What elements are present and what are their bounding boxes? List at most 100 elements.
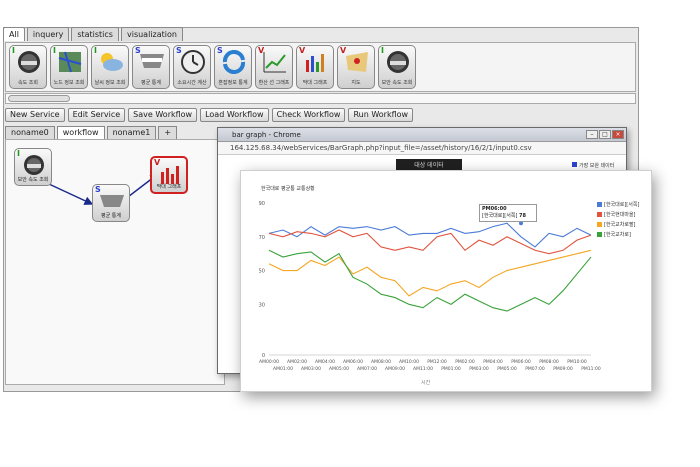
y-tick-label: 0 (262, 353, 265, 359)
palette-tool-average[interactable]: S 평균 통계 (132, 45, 170, 89)
chart-tooltip: PM06:00 [한국대로][서쪽] 78 (479, 204, 537, 222)
legend-label: [한국교차로팔] (604, 222, 636, 228)
tool-label: 환산 선 그래프 (258, 80, 290, 86)
window-controls: – □ × (586, 130, 624, 139)
x-tick-label: AM01:00 (273, 366, 293, 372)
legend-label: [한국교차로] (604, 232, 631, 238)
node-label: 평균 통계 (101, 213, 121, 219)
x-tick-label: AM10:00 (399, 359, 419, 365)
x-tick-label: PM03:00 (469, 366, 489, 372)
x-tick-label: PM12:00 (427, 359, 447, 365)
close-button[interactable]: × (612, 130, 624, 139)
x-tick-label: AM04:00 (315, 359, 335, 365)
x-tick-label: PM04:00 (483, 359, 503, 365)
y-tick-label: 90 (259, 201, 265, 207)
map-icon (58, 51, 82, 73)
workflow-canvas[interactable]: I 보안 속도 조회 S 평균 통계 V 막대 그래프 (5, 139, 225, 385)
browser-legend-item: 가장 보완 데이터 (572, 162, 614, 169)
x-tick-label: AM11:00 (413, 366, 433, 372)
palette-tool-clock[interactable]: S 소요시간 계산 (173, 45, 211, 89)
speedometer-icon (24, 155, 44, 175)
chart-legend: [한국대로][서쪽] [한국현대마을] [한국교차로팔] [한국교차로] (597, 201, 639, 241)
tab-visualization[interactable]: visualization (120, 27, 183, 41)
node-label: 막대 그래프 (156, 184, 182, 190)
y-tick-label: 70 (259, 235, 265, 241)
scrollbar-thumb[interactable] (8, 95, 70, 102)
tool-label: 노드 정보 조회 (53, 80, 85, 86)
clock-icon (181, 50, 205, 74)
tool-label: 날씨 정보 조회 (94, 80, 126, 86)
x-tick-label: PM02:00 (455, 359, 475, 365)
browser-legend-label: 가장 보완 데이터 (579, 163, 615, 169)
legend-swatch (597, 212, 602, 217)
tool-badge: I (94, 46, 97, 55)
browser-titlebar: bar graph - Chrome – □ × (218, 128, 626, 142)
tool-label: 보안 속도 조회 (381, 80, 413, 86)
tab-noname0[interactable]: noname0 (5, 126, 55, 139)
run-workflow-button[interactable]: Run Workflow (348, 108, 414, 122)
palette-tool-line-chart[interactable]: V 환산 선 그래프 (255, 45, 293, 89)
x-tick-label: AM02:00 (287, 359, 307, 365)
palette-tool-speedometer[interactable]: I 속도 조회 (9, 45, 47, 89)
palette-tool-weather[interactable]: I 날씨 정보 조회 (91, 45, 129, 89)
tab-statistics[interactable]: statistics (71, 27, 119, 41)
y-tick-label: 50 (259, 269, 265, 275)
maximize-button[interactable]: □ (599, 130, 611, 139)
tab-inquery[interactable]: inquery (26, 27, 70, 41)
workflow-node-bar-graph[interactable]: V 막대 그래프 (150, 156, 188, 194)
minimize-button[interactable]: – (586, 130, 598, 139)
palette-scrollbar[interactable] (5, 93, 636, 104)
tab-all[interactable]: All (3, 27, 25, 41)
add-tab-button[interactable]: + (158, 126, 178, 139)
workflow-node-average[interactable]: S 평균 통계 (92, 184, 130, 222)
average-icon (140, 54, 164, 68)
series-line (268, 249, 592, 312)
x-tick-label: PM07:00 (525, 366, 545, 372)
tab-noname1[interactable]: noname1 (106, 126, 157, 139)
x-tick-label: PM10:00 (567, 359, 587, 365)
palette-tool-map-pin[interactable]: V 지도 (337, 45, 375, 89)
address-bar[interactable]: 164.125.68.34/webServices/BarGraph.php?i… (218, 142, 626, 155)
x-tick-label: PM09:00 (553, 366, 573, 372)
new-service-button[interactable]: New Service (5, 108, 65, 122)
line-chart: 030507090AM00:00AM01:00AM02:00AM03:00AM0… (259, 201, 601, 372)
line-chart-card: 한국대로 평균통 교통상황 0 30 50 70 90 AM00:00 AM01:00 AM0… (240, 170, 652, 392)
legend-label: [한국현대마을] (604, 212, 636, 218)
browser-title: bar graph - Chrome (232, 131, 301, 139)
legend-item[interactable]: [한국대로][서쪽] (597, 201, 639, 211)
workflow-node-speed[interactable]: I 보안 속도 조회 (14, 148, 52, 186)
tool-label: 소요시간 계산 (177, 80, 207, 86)
tool-badge: I (12, 46, 15, 55)
x-tick-label: AM08:00 (371, 359, 391, 365)
legend-item[interactable]: [한국교차로] (597, 231, 639, 241)
palette-tool-refresh[interactable]: S 혼잡정보 통계 (214, 45, 252, 89)
tool-label: 혼잡정보 통계 (218, 80, 248, 86)
main-tabs: All inquery statistics visualization (3, 27, 183, 41)
x-tick-label: AM05:00 (329, 366, 349, 372)
tool-badge: I (381, 46, 384, 55)
legend-swatch (597, 202, 602, 207)
tool-label: 막대 그래프 (302, 80, 328, 86)
legend-item[interactable]: [한국현대마을] (597, 211, 639, 221)
tab-workflow[interactable]: workflow (56, 126, 105, 139)
palette-tool-map[interactable]: I 노드 정보 조회 (50, 45, 88, 89)
service-palette: I 속도 조회 I 노드 정보 조회 I 날씨 정보 조회 S 평균 통계 S 소요시간 계산 S 혼… (5, 42, 636, 92)
refresh-icon (222, 50, 246, 74)
check-workflow-button[interactable]: Check Workflow (271, 108, 346, 122)
tool-label: 평균 통계 (141, 80, 161, 86)
save-workflow-button[interactable]: Save Workflow (128, 108, 198, 122)
x-tick-label: PM11:00 (581, 366, 601, 372)
legend-item[interactable]: [한국교차로팔] (597, 221, 639, 231)
tool-label: 속도 조회 (18, 80, 38, 86)
palette-tool-bar-chart[interactable]: V 막대 그래프 (296, 45, 334, 89)
speedometer-icon (387, 51, 409, 73)
x-tick-label: PM08:00 (539, 359, 559, 365)
x-tick-label: AM00:00 (259, 359, 279, 365)
palette-tool-speedometer[interactable]: I 보안 속도 조회 (378, 45, 416, 89)
map-pin-icon (346, 52, 368, 72)
load-workflow-button[interactable]: Load Workflow (200, 108, 269, 122)
legend-label: [한국대로][서쪽] (604, 202, 640, 208)
x-tick-label: AM03:00 (301, 366, 321, 372)
legend-swatch (597, 232, 602, 237)
edit-service-button[interactable]: Edit Service (67, 108, 126, 122)
